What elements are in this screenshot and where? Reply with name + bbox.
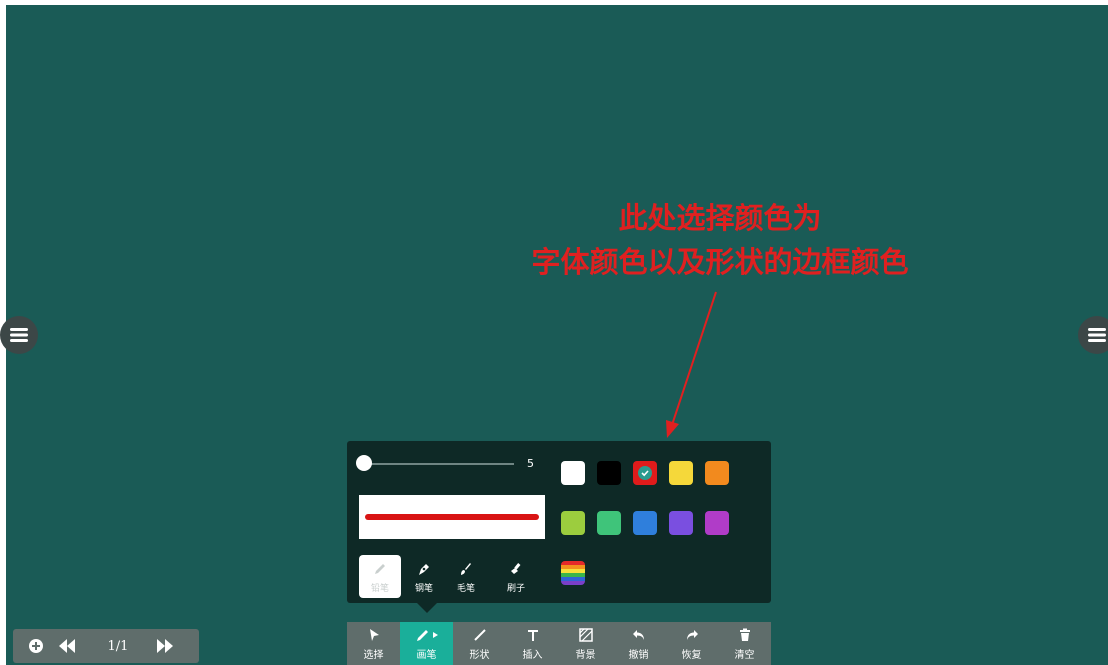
- tool-label: 形状: [469, 650, 490, 661]
- tool-label: 背景: [575, 650, 596, 661]
- tool-pen[interactable]: 画笔: [400, 622, 453, 665]
- color-swatch-orange[interactable]: [705, 461, 729, 485]
- color-swatch-red[interactable]: [633, 461, 657, 485]
- tool-shape[interactable]: 形状: [453, 622, 506, 665]
- tool-label: 撤销: [628, 650, 649, 661]
- tool-undo[interactable]: 撤销: [612, 622, 665, 665]
- tool-label: 画笔: [416, 650, 437, 661]
- text-t-icon: [526, 626, 540, 644]
- rewind-icon: [59, 639, 75, 653]
- tool-background[interactable]: 背景: [559, 622, 612, 665]
- stroke-preview: [359, 495, 545, 539]
- annotation-line-2: 字体颜色以及形状的边框颜色: [531, 245, 909, 279]
- tool-label: 清空: [734, 650, 755, 661]
- color-swatch-purple[interactable]: [705, 511, 729, 535]
- next-page-button[interactable]: [154, 629, 176, 663]
- pen-type-fountain-pen[interactable]: 钢笔: [403, 555, 445, 598]
- pen-type-label: 钢笔: [414, 583, 433, 594]
- color-swatch-black[interactable]: [597, 461, 621, 485]
- line-shape-icon: [473, 626, 487, 644]
- fast-forward-icon: [157, 639, 173, 653]
- color-swatch-yellow[interactable]: [669, 461, 693, 485]
- annotation-line-1: 此处选择颜色为: [618, 201, 822, 235]
- pen-type-label: 刷子: [506, 583, 525, 594]
- cursor-icon: [367, 626, 381, 644]
- fountain-pen-icon: [416, 560, 432, 578]
- hatch-background-icon: [578, 626, 593, 644]
- left-menu-handle[interactable]: [0, 316, 38, 354]
- pen-icon: [414, 626, 440, 644]
- undo-icon: [632, 626, 646, 644]
- color-swatch-blue[interactable]: [633, 511, 657, 535]
- color-swatch-white[interactable]: [561, 461, 585, 485]
- tool-clear[interactable]: 清空: [718, 622, 771, 665]
- stroke-preview-line: [365, 514, 539, 520]
- selected-check-icon: [638, 466, 652, 480]
- redo-icon: [685, 626, 699, 644]
- annotation-text: 此处选择颜色为 字体颜色以及形状的边框颜色: [480, 196, 960, 284]
- menu-icon: [10, 328, 28, 342]
- stroke-width-value: 5: [527, 457, 534, 470]
- add-page-button[interactable]: [26, 629, 46, 663]
- page-counter: 1/1: [107, 638, 129, 654]
- add-page-icon: [29, 639, 43, 653]
- color-swatch-violet[interactable]: [669, 511, 693, 535]
- right-menu-handle[interactable]: [1078, 316, 1108, 354]
- pen-type-label: 毛笔: [456, 583, 475, 594]
- brush-icon: [458, 560, 474, 578]
- stroke-width-slider[interactable]: [362, 463, 514, 465]
- pencil-icon: [372, 560, 388, 578]
- tool-label: 恢复: [681, 650, 702, 661]
- menu-icon: [1088, 328, 1106, 342]
- tool-select[interactable]: 选择: [347, 622, 400, 665]
- previous-page-button[interactable]: [56, 629, 78, 663]
- tool-label: 插入: [522, 650, 543, 661]
- pen-type-paint-brush[interactable]: 刷子: [495, 555, 537, 598]
- paint-brush-icon: [508, 560, 524, 578]
- panel-pointer: [417, 603, 437, 613]
- trash-icon: [738, 626, 752, 644]
- rainbow-palette-icon[interactable]: [561, 561, 585, 585]
- pen-type-brush[interactable]: 毛笔: [445, 555, 487, 598]
- tool-redo[interactable]: 恢复: [665, 622, 718, 665]
- tool-label: 选择: [363, 650, 384, 661]
- stroke-width-slider-handle[interactable]: [356, 455, 372, 471]
- tool-insert[interactable]: 插入: [506, 622, 559, 665]
- pen-type-pencil[interactable]: 铅笔: [359, 555, 401, 598]
- color-swatch-lime[interactable]: [561, 511, 585, 535]
- pen-type-label: 铅笔: [370, 583, 389, 594]
- color-swatch-green[interactable]: [597, 511, 621, 535]
